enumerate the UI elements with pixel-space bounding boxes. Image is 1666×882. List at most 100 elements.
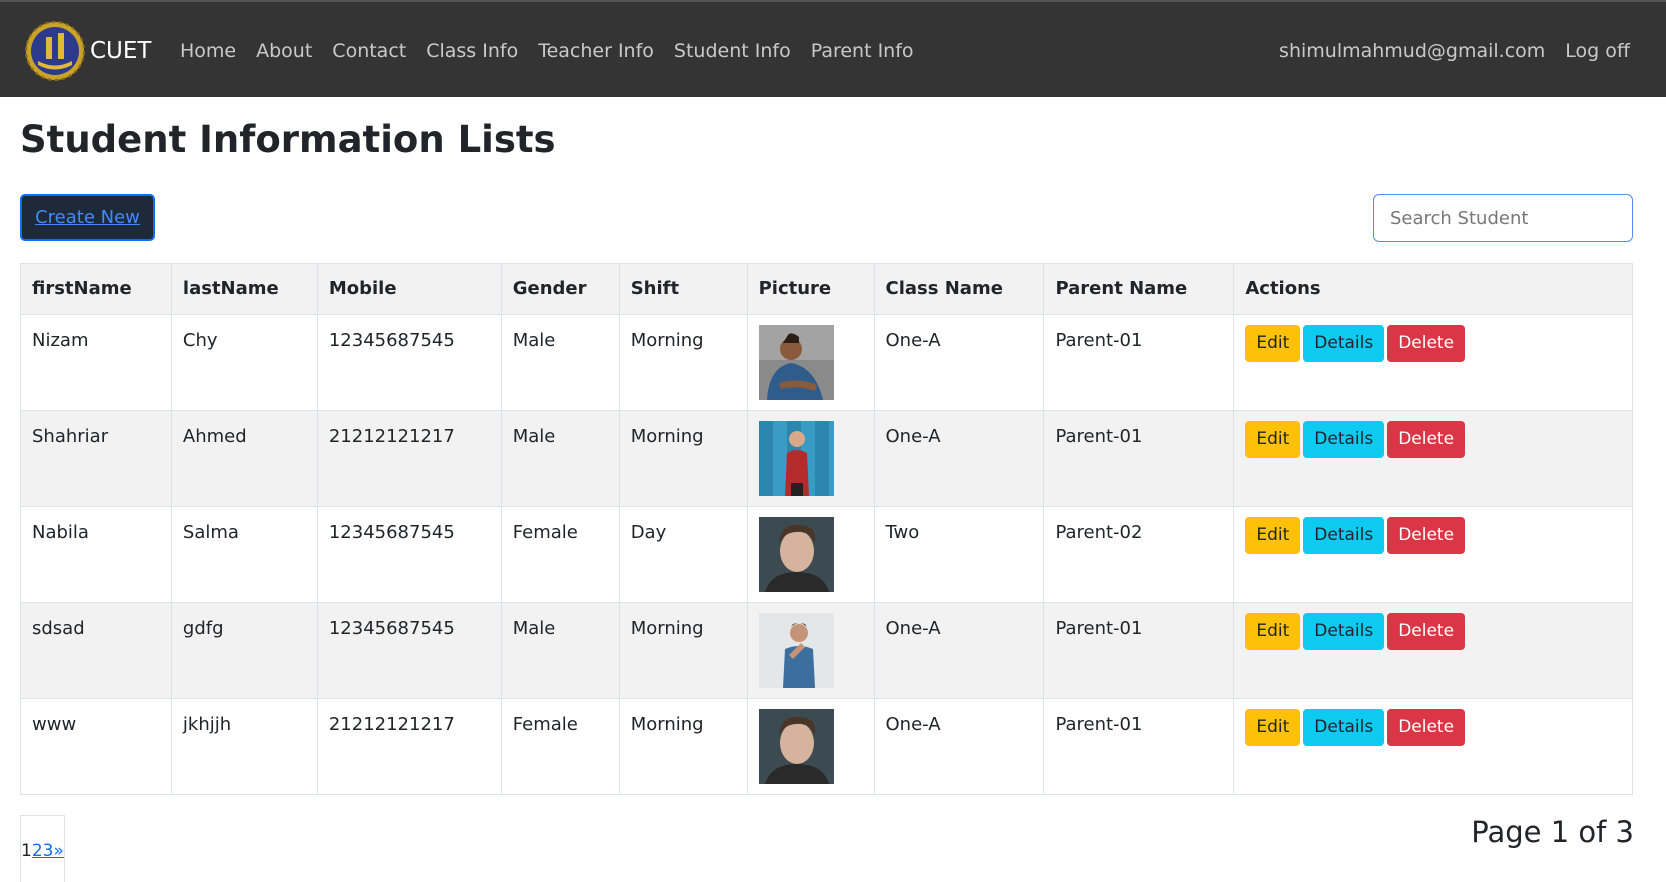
table-row: www jkhjjh 21212121217 Female Morning On… bbox=[20, 698, 1633, 795]
brand[interactable]: CUET bbox=[24, 20, 151, 82]
pagination: 123» bbox=[20, 815, 65, 882]
student-photo bbox=[758, 517, 834, 592]
cell-mobile: 12345687545 bbox=[316, 506, 502, 603]
nav-class-info[interactable]: Class Info bbox=[426, 40, 518, 62]
page-next-link[interactable]: » bbox=[53, 841, 63, 861]
student-photo bbox=[758, 613, 834, 688]
cell-actions: Edit Details Delete bbox=[1233, 410, 1633, 507]
page-info: Page 1 of 3 bbox=[1471, 815, 1634, 849]
cell-actions: Edit Details Delete bbox=[1233, 602, 1633, 699]
cell-gender: Female bbox=[500, 698, 620, 795]
top-navbar: CUET Home About Contact Class Info Teach… bbox=[0, 0, 1666, 97]
create-new-link[interactable]: Create New bbox=[35, 207, 140, 228]
nav-about[interactable]: About bbox=[256, 40, 312, 62]
page-link-2[interactable]: 2 bbox=[32, 841, 43, 861]
cell-shift: Morning bbox=[618, 410, 748, 507]
cell-parent-name: Parent-01 bbox=[1043, 602, 1235, 699]
student-table: firstName lastName Mobile Gender Shift P… bbox=[20, 263, 1633, 795]
table-row: Nizam Chy 12345687545 Male Morning One-A… bbox=[20, 314, 1633, 411]
cell-picture bbox=[746, 506, 875, 603]
pagination-links: 123» bbox=[21, 841, 64, 861]
nav-parent-info[interactable]: Parent Info bbox=[811, 40, 914, 62]
edit-button[interactable]: Edit bbox=[1245, 421, 1301, 458]
col-header-mobile[interactable]: Mobile bbox=[316, 263, 502, 315]
cell-gender: Male bbox=[500, 410, 620, 507]
cell-firstname: Shahriar bbox=[20, 410, 172, 507]
cell-mobile: 21212121217 bbox=[316, 698, 502, 795]
details-button[interactable]: Details bbox=[1303, 517, 1385, 554]
cell-firstname: sdsad bbox=[20, 602, 172, 699]
cell-actions: Edit Details Delete bbox=[1233, 314, 1633, 411]
table-row: sdsad gdfg 12345687545 Male Morning One-… bbox=[20, 602, 1633, 699]
col-header-class-name[interactable]: Class Name bbox=[873, 263, 1045, 315]
edit-button[interactable]: Edit bbox=[1245, 325, 1301, 362]
details-button[interactable]: Details bbox=[1303, 709, 1385, 746]
create-new-button[interactable]: Create New bbox=[20, 194, 155, 241]
edit-button[interactable]: Edit bbox=[1245, 709, 1301, 746]
cuet-logo-icon bbox=[25, 21, 85, 81]
col-header-shift[interactable]: Shift bbox=[618, 263, 748, 315]
delete-button[interactable]: Delete bbox=[1387, 421, 1466, 458]
edit-button[interactable]: Edit bbox=[1245, 517, 1301, 554]
cell-actions: Edit Details Delete bbox=[1233, 698, 1633, 795]
cell-shift: Morning bbox=[618, 698, 748, 795]
student-photo bbox=[758, 709, 834, 784]
search-student-input[interactable] bbox=[1373, 194, 1633, 242]
delete-button[interactable]: Delete bbox=[1387, 613, 1466, 650]
cell-gender: Male bbox=[500, 602, 620, 699]
edit-button[interactable]: Edit bbox=[1245, 613, 1301, 650]
cell-class-name: One-A bbox=[873, 698, 1045, 795]
details-button[interactable]: Details bbox=[1303, 325, 1385, 362]
cell-parent-name: Parent-01 bbox=[1043, 314, 1235, 411]
details-button[interactable]: Details bbox=[1303, 421, 1385, 458]
cell-gender: Male bbox=[500, 314, 620, 411]
cell-lastname: Ahmed bbox=[170, 410, 318, 507]
cell-actions: Edit Details Delete bbox=[1233, 506, 1633, 603]
student-photo bbox=[758, 325, 834, 400]
cell-class-name: One-A bbox=[873, 410, 1045, 507]
cell-firstname: www bbox=[20, 698, 172, 795]
cell-mobile: 12345687545 bbox=[316, 314, 502, 411]
cell-lastname: jkhjjh bbox=[170, 698, 318, 795]
col-header-actions: Actions bbox=[1233, 263, 1633, 315]
table-row: Shahriar Ahmed 21212121217 Male Morning … bbox=[20, 410, 1633, 507]
brand-name: CUET bbox=[90, 38, 152, 64]
page-title: Student Information Lists bbox=[20, 118, 556, 161]
cell-gender: Female bbox=[500, 506, 620, 603]
nav-home[interactable]: Home bbox=[180, 40, 236, 62]
nav-user-area: shimulmahmud@gmail.com Log off bbox=[1259, 40, 1630, 62]
table-row: Nabila Salma 12345687545 Female Day Two … bbox=[20, 506, 1633, 603]
logoff-link[interactable]: Log off bbox=[1565, 40, 1630, 62]
cell-class-name: Two bbox=[873, 506, 1045, 603]
cell-lastname: Chy bbox=[170, 314, 318, 411]
cell-parent-name: Parent-02 bbox=[1043, 506, 1235, 603]
cell-shift: Morning bbox=[618, 314, 748, 411]
cell-shift: Morning bbox=[618, 602, 748, 699]
delete-button[interactable]: Delete bbox=[1387, 709, 1466, 746]
delete-button[interactable]: Delete bbox=[1387, 517, 1466, 554]
cell-class-name: One-A bbox=[873, 602, 1045, 699]
cell-lastname: gdfg bbox=[170, 602, 318, 699]
cell-firstname: Nizam bbox=[20, 314, 172, 411]
cell-picture bbox=[746, 410, 875, 507]
table-header-row: firstName lastName Mobile Gender Shift P… bbox=[20, 263, 1633, 315]
cell-picture bbox=[746, 314, 875, 411]
cell-firstname: Nabila bbox=[20, 506, 172, 603]
cell-mobile: 21212121217 bbox=[316, 410, 502, 507]
nav-links: Home About Contact Class Info Teacher In… bbox=[180, 40, 934, 62]
details-button[interactable]: Details bbox=[1303, 613, 1385, 650]
cell-parent-name: Parent-01 bbox=[1043, 698, 1235, 795]
col-header-parent-name[interactable]: Parent Name bbox=[1043, 263, 1235, 315]
cell-picture bbox=[746, 602, 875, 699]
nav-contact[interactable]: Contact bbox=[332, 40, 406, 62]
nav-student-info[interactable]: Student Info bbox=[674, 40, 791, 62]
col-header-lastname[interactable]: lastName bbox=[170, 263, 318, 315]
nav-teacher-info[interactable]: Teacher Info bbox=[538, 40, 654, 62]
cell-mobile: 12345687545 bbox=[316, 602, 502, 699]
col-header-firstname[interactable]: firstName bbox=[20, 263, 172, 315]
page-link-3[interactable]: 3 bbox=[43, 841, 54, 861]
user-email-link[interactable]: shimulmahmud@gmail.com bbox=[1279, 40, 1545, 62]
col-header-gender[interactable]: Gender bbox=[500, 263, 620, 315]
col-header-picture: Picture bbox=[746, 263, 875, 315]
delete-button[interactable]: Delete bbox=[1387, 325, 1466, 362]
